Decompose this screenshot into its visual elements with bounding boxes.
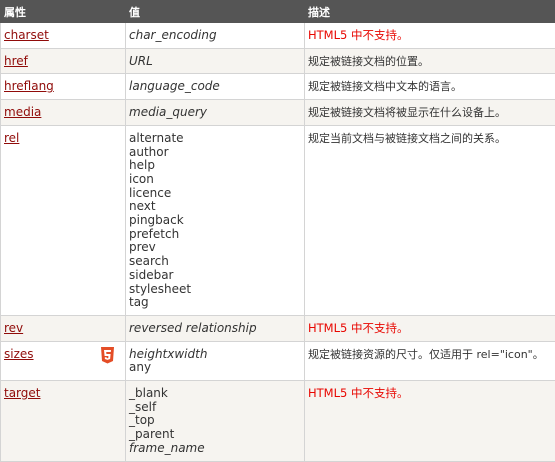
attribute-cell: sizes xyxy=(1,341,126,380)
attribute-link[interactable]: target xyxy=(4,386,41,400)
html5-icon xyxy=(100,347,115,364)
attributes-table: 属性 值 描述 charsetchar_encodingHTML5 中不支持。h… xyxy=(0,0,555,462)
table-row: rev reversed relationshipHTML5 中不支持。 xyxy=(1,315,555,341)
attribute-link[interactable]: href xyxy=(4,54,28,68)
value-cell: _blank_self_top_parentframe_name xyxy=(126,381,305,462)
attribute-cell: media xyxy=(1,100,126,126)
table-header-row: 属性 值 描述 xyxy=(1,1,555,23)
value-item: _self xyxy=(129,401,304,415)
value-item: help xyxy=(129,159,304,173)
value-cell: language_code xyxy=(126,74,305,100)
value-cell: alternateauthorhelpiconlicencenextpingba… xyxy=(126,125,305,315)
header-attribute: 属性 xyxy=(1,1,126,23)
attribute-link[interactable]: charset xyxy=(4,28,49,42)
attribute-cell: rel xyxy=(1,125,126,315)
table-row: sizes heightxwidthany规定被链接资源的尺寸。仅适用于 rel=… xyxy=(1,341,555,380)
attribute-link[interactable]: hreflang xyxy=(4,79,54,93)
description-cell: HTML5 中不支持。 xyxy=(305,381,555,462)
attribute-link[interactable]: sizes xyxy=(4,347,34,361)
value-item: heightxwidth xyxy=(129,348,304,362)
value-cell: char_encoding xyxy=(126,23,305,49)
description-cell: 规定当前文档与被链接文档之间的关系。 xyxy=(305,125,555,315)
table-row: rel alternateauthorhelpiconlicencenextpin… xyxy=(1,125,555,315)
value-item: pingback xyxy=(129,214,304,228)
description-cell: HTML5 中不支持。 xyxy=(305,315,555,341)
attribute-cell: target xyxy=(1,381,126,462)
value-item: _top xyxy=(129,414,304,428)
value-item: icon xyxy=(129,173,304,187)
value-item: licence xyxy=(129,187,304,201)
value-item: sidebar xyxy=(129,269,304,283)
value-cell: reversed relationship xyxy=(126,315,305,341)
description-cell: 规定被链接文档的位置。 xyxy=(305,48,555,74)
description-cell: 规定被链接文档将被显示在什么设备上。 xyxy=(305,100,555,126)
header-value: 值 xyxy=(126,1,305,23)
attribute-cell: href xyxy=(1,48,126,74)
table-row: href URL规定被链接文档的位置。 xyxy=(1,48,555,74)
value-item: prefetch xyxy=(129,228,304,242)
value-item: media_query xyxy=(129,106,304,120)
table-row: hreflang language_code规定被链接文档中文本的语言。 xyxy=(1,74,555,100)
table-row: target _blank_self_top_parentframe_nameHT… xyxy=(1,381,555,462)
attribute-link[interactable]: rel xyxy=(4,131,19,145)
value-item: author xyxy=(129,146,304,160)
table-body: charsetchar_encodingHTML5 中不支持。hrefURL规定… xyxy=(1,23,555,462)
value-cell: URL xyxy=(126,48,305,74)
attribute-cell: hreflang xyxy=(1,74,126,100)
value-item: language_code xyxy=(129,80,304,94)
value-item: next xyxy=(129,200,304,214)
attribute-cell: charset xyxy=(1,23,126,49)
description-cell: 规定被链接资源的尺寸。仅适用于 rel="icon"。 xyxy=(305,341,555,380)
description-cell: HTML5 中不支持。 xyxy=(305,23,555,49)
table-row: media media_query规定被链接文档将被显示在什么设备上。 xyxy=(1,100,555,126)
value-cell: heightxwidthany xyxy=(126,341,305,380)
attribute-link[interactable]: media xyxy=(4,105,41,119)
value-item: tag xyxy=(129,296,304,310)
value-cell: media_query xyxy=(126,100,305,126)
value-item: URL xyxy=(129,55,304,69)
attribute-cell: rev xyxy=(1,315,126,341)
value-item: stylesheet xyxy=(129,283,304,297)
value-item: _blank xyxy=(129,387,304,401)
header-description: 描述 xyxy=(305,1,555,23)
value-item: prev xyxy=(129,241,304,255)
table-row: charset char_encodingHTML5 中不支持。 xyxy=(1,23,555,49)
value-item: search xyxy=(129,255,304,269)
description-cell: 规定被链接文档中文本的语言。 xyxy=(305,74,555,100)
value-item: alternate xyxy=(129,132,304,146)
value-item: _parent xyxy=(129,428,304,442)
value-item: reversed relationship xyxy=(129,322,304,336)
attribute-link[interactable]: rev xyxy=(4,321,23,335)
value-item: char_encoding xyxy=(129,29,304,43)
value-item: any xyxy=(129,361,304,375)
